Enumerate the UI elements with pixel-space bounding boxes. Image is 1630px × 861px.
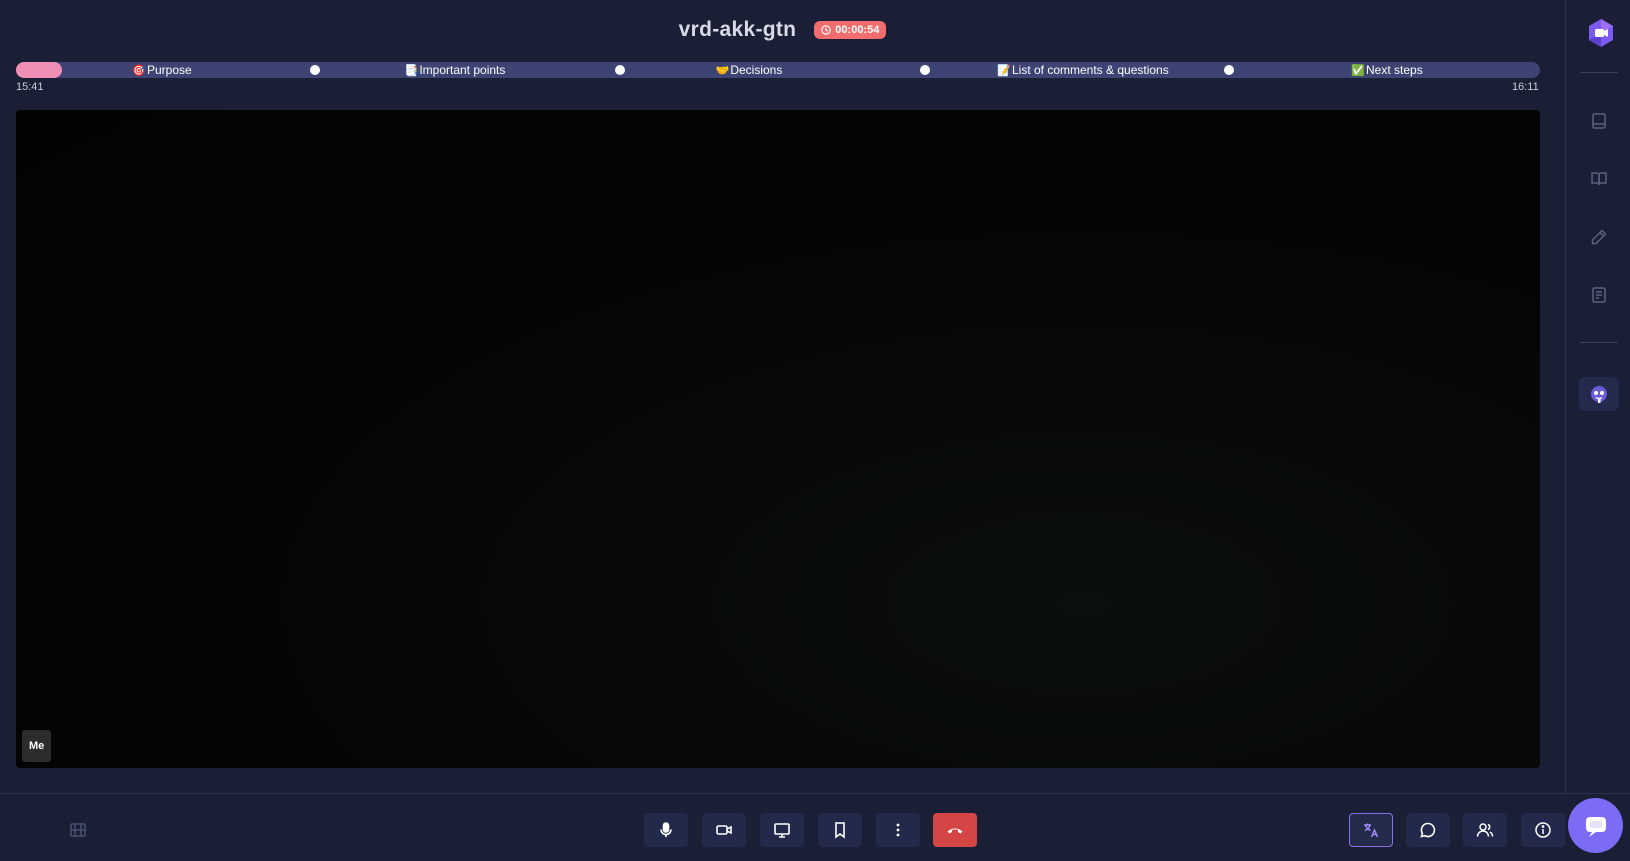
app-logo-icon[interactable] [1586, 18, 1616, 48]
notes-icon [1592, 113, 1606, 129]
info-icon [1535, 822, 1551, 838]
participants-icon [1476, 823, 1494, 837]
check-mark-icon: ✅ [1351, 65, 1365, 77]
edit-button[interactable] [1579, 220, 1619, 254]
agenda-item-label: Purpose [147, 63, 192, 77]
agenda-item-purpose[interactable]: 🎯Purpose [132, 62, 191, 78]
agenda-start-time: 15:41 [16, 81, 44, 93]
target-icon: 🎯 [132, 65, 146, 77]
agenda-item-label: Decisions [730, 63, 783, 77]
more-options-icon [896, 823, 900, 837]
end-call-icon [947, 828, 963, 834]
timer-text: 00:00:54 [835, 24, 880, 36]
document-icon [1592, 287, 1606, 303]
video-tile[interactable]: Me [16, 110, 1540, 768]
main-area: vrd-akk-gtn 00:00:54 🎯Purpose 📑Important… [0, 0, 1565, 793]
agenda-item-label: Important points [419, 63, 506, 77]
microphone-icon [660, 822, 672, 837]
right-sidebar [1565, 0, 1630, 793]
agenda-item-decisions[interactable]: 🤝Decisions [716, 62, 783, 78]
support-chat-button[interactable] [1568, 798, 1623, 853]
assistant-button[interactable] [1579, 377, 1619, 411]
control-bar [0, 793, 1630, 861]
more-options-button[interactable] [876, 813, 920, 847]
layout-icon [70, 823, 86, 837]
agenda-item-label: List of comments & questions [1011, 63, 1169, 77]
bookmark-icon [835, 822, 845, 839]
chat-bubble-icon [1585, 816, 1606, 837]
notes-button[interactable] [1579, 104, 1619, 138]
translate-button[interactable] [1349, 813, 1393, 847]
robot-icon [1591, 386, 1607, 403]
agenda-end-time: 16:11 [1512, 81, 1539, 93]
document-button[interactable] [1579, 278, 1619, 312]
camera-icon [716, 825, 732, 835]
book-button[interactable] [1579, 162, 1619, 196]
end-call-button[interactable] [933, 813, 977, 847]
screen-share-button[interactable] [760, 813, 804, 847]
agenda-item-next-steps[interactable]: ✅Next steps [1351, 62, 1422, 78]
header: vrd-akk-gtn 00:00:54 [0, 0, 1565, 60]
agenda-marker[interactable] [615, 65, 625, 75]
bookmark-button[interactable] [818, 813, 862, 847]
agenda-marker[interactable] [310, 65, 320, 75]
handshake-icon: 🤝 [715, 65, 730, 77]
layout-button[interactable] [56, 813, 100, 847]
agenda-item-label: Next steps [1366, 63, 1423, 77]
rail-divider [1580, 72, 1618, 73]
chat-icon [1420, 822, 1436, 838]
translate-icon [1364, 823, 1379, 838]
agenda-timeline[interactable]: 🎯Purpose 📑Important points 🤝Decisions 📝L… [16, 62, 1540, 78]
info-button[interactable] [1521, 813, 1565, 847]
agenda-progress [16, 62, 62, 78]
timer-badge: 00:00:54 [814, 21, 887, 39]
rail-divider [1580, 342, 1618, 343]
participant-label: Me [22, 730, 52, 762]
meeting-title: vrd-akk-gtn [678, 18, 797, 41]
screen-share-icon [774, 823, 790, 838]
participants-button[interactable] [1463, 813, 1507, 847]
chat-button[interactable] [1406, 813, 1450, 847]
bookmark-tabs-icon: 📑 [404, 65, 419, 77]
book-icon [1591, 172, 1607, 186]
agenda-item-important-points[interactable]: 📑Important points [405, 62, 506, 78]
microphone-button[interactable] [644, 813, 688, 847]
pencil-icon [1591, 229, 1607, 245]
agenda-marker[interactable] [1224, 65, 1234, 75]
camera-button[interactable] [702, 813, 746, 847]
agenda-item-comments-questions[interactable]: 📝List of comments & questions [997, 62, 1168, 78]
agenda-marker[interactable] [920, 65, 930, 75]
memo-icon: 📝 [997, 65, 1011, 77]
clock-icon [821, 25, 832, 35]
